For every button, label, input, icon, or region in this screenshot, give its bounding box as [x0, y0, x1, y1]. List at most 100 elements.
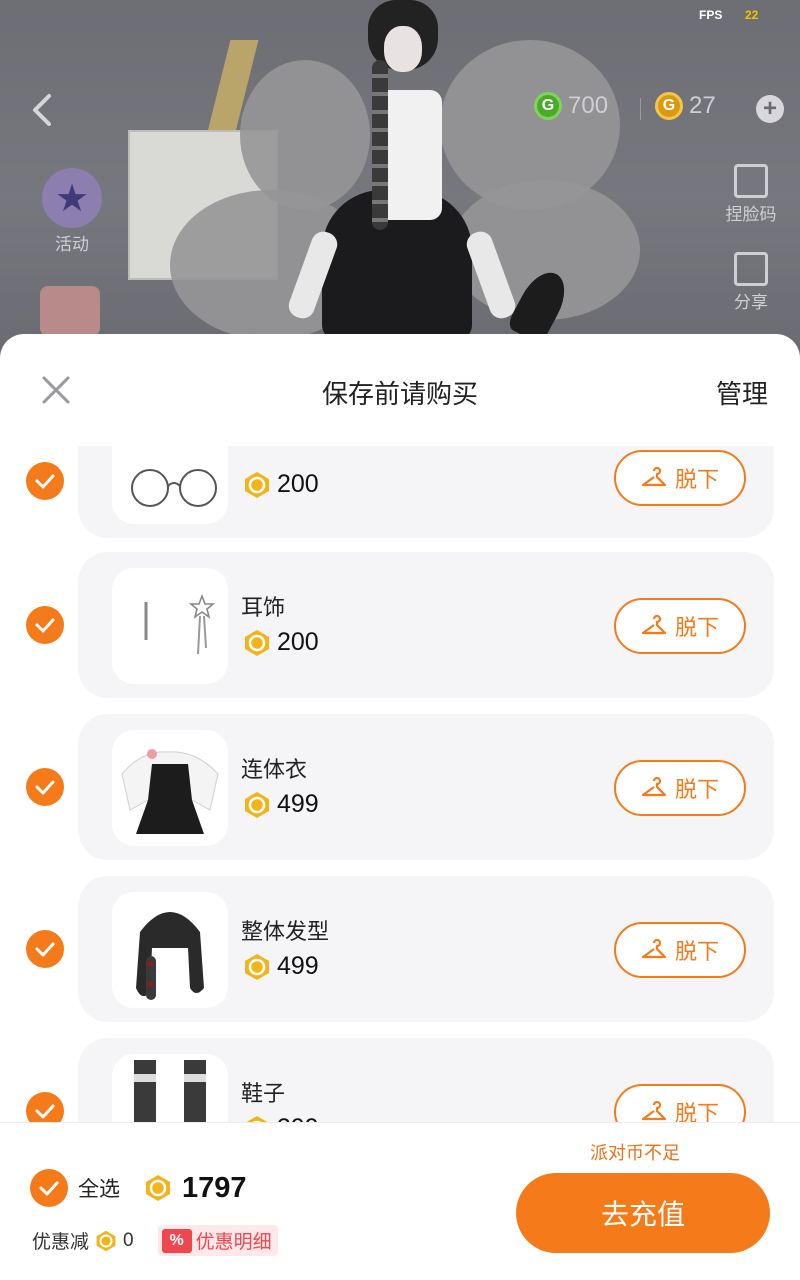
discount-label: 优惠减	[32, 1231, 90, 1253]
item-price: 399	[243, 1114, 319, 1122]
item-name: 连体衣	[241, 758, 308, 783]
face-code-label: 捏脸码	[725, 205, 777, 225]
earring-thumbnail	[112, 568, 228, 684]
coin-icon	[245, 1115, 269, 1122]
hairstyle-thumbnail	[112, 892, 228, 1008]
item-price: 200	[243, 470, 319, 499]
star-icon: ★	[42, 168, 102, 228]
list-item: 连体衣 499 脱下	[0, 714, 800, 864]
take-off-label: 脱下	[674, 778, 719, 803]
share-button[interactable]: 分享	[718, 252, 784, 313]
fps-value: 22	[745, 8, 759, 22]
item-price: 499	[243, 952, 319, 981]
activity-label: 活动	[55, 235, 89, 255]
hair-icon	[136, 912, 204, 1000]
boots-icon	[134, 1060, 206, 1122]
coin-icon	[96, 1230, 116, 1251]
recharge-button[interactable]: 去充值	[516, 1173, 770, 1253]
item-checkbox[interactable]	[26, 606, 64, 644]
game-scene-background	[0, 0, 800, 360]
item-price-value: 399	[277, 1114, 319, 1122]
cloud-decoration	[240, 60, 370, 210]
glasses-thumbnail	[112, 446, 228, 524]
sheet-header: 保存前请购买 管理	[0, 334, 800, 446]
green-balance: 700	[568, 92, 609, 119]
total-value: 1797	[182, 1171, 247, 1204]
hanger-icon	[641, 615, 667, 635]
g-coin-icon: G	[534, 92, 562, 120]
list-item: 面饰 200 脱下	[0, 446, 800, 542]
item-name: 鞋子	[241, 1082, 286, 1107]
check-icon	[35, 618, 55, 633]
hanger-icon	[641, 939, 667, 959]
coin-icon	[245, 953, 269, 980]
check-icon	[39, 1181, 59, 1196]
take-off-button[interactable]: 脱下	[614, 598, 746, 654]
item-checkbox[interactable]	[26, 1092, 64, 1122]
earring-icon	[144, 593, 216, 655]
plus-icon: +	[762, 95, 777, 122]
select-all-label: 全选	[78, 1177, 120, 1201]
add-currency-button[interactable]: +	[756, 95, 784, 123]
coin-icon	[245, 629, 269, 656]
select-all-row: 全选 1797	[30, 1169, 247, 1207]
hanger-icon	[641, 467, 667, 487]
purchase-sheet: 保存前请购买 管理 面饰 200 脱下	[0, 334, 800, 1280]
gold-balance: 27	[689, 92, 716, 119]
item-price-value: 499	[277, 790, 319, 818]
checkout-footer: 派对币不足 全选 1797 优惠减 0 % 优惠明细 去充值	[0, 1122, 800, 1280]
sheet-title: 保存前请购买	[321, 380, 478, 410]
gold-currency: G 27	[655, 92, 716, 120]
check-icon	[35, 780, 55, 795]
back-button[interactable]	[22, 88, 62, 132]
discount-value: 0	[123, 1229, 134, 1251]
face-code-button[interactable]: 捏脸码	[718, 164, 784, 225]
take-off-label: 脱下	[674, 616, 719, 641]
item-price-value: 200	[277, 628, 319, 656]
check-icon	[35, 942, 55, 957]
chevron-left-icon	[33, 94, 51, 126]
check-icon	[35, 1104, 55, 1119]
activity-button[interactable]: ★ 活动	[36, 168, 108, 255]
item-name: 耳饰	[241, 596, 286, 621]
hanger-icon	[641, 777, 667, 797]
list-item: 鞋子 399 脱下	[0, 1038, 800, 1122]
hanger-icon	[641, 1101, 667, 1121]
item-checkbox[interactable]	[26, 930, 64, 968]
share-label: 分享	[734, 293, 768, 313]
green-currency: G 700	[534, 92, 608, 120]
take-off-button[interactable]: 脱下	[614, 450, 746, 506]
manage-button[interactable]: 管理	[716, 374, 768, 411]
list-item: 整体发型 499 脱下	[0, 876, 800, 1026]
item-checkbox[interactable]	[26, 768, 64, 806]
glasses-icon	[131, 469, 217, 507]
share-icon	[734, 252, 768, 286]
take-off-label: 脱下	[674, 1102, 719, 1122]
take-off-label: 脱下	[674, 468, 719, 493]
item-checkbox[interactable]	[26, 462, 64, 500]
discount-row: 优惠减 0 % 优惠明细	[32, 1225, 278, 1256]
item-list[interactable]: 面饰 200 脱下	[0, 446, 800, 1122]
jumpsuit-thumbnail	[112, 730, 228, 846]
insufficient-funds-notice: 派对币不足	[590, 1143, 680, 1164]
face-code-icon	[734, 164, 768, 198]
fps-label: FPS	[699, 8, 723, 22]
coin-icon	[146, 1175, 170, 1201]
item-price-value: 499	[277, 952, 319, 980]
take-off-button[interactable]: 脱下	[614, 760, 746, 816]
coin-icon	[245, 791, 269, 818]
take-off-label: 脱下	[674, 940, 719, 965]
discount-detail-label: 优惠明细	[195, 1231, 272, 1253]
coin-icon	[245, 471, 269, 498]
take-off-button[interactable]: 脱下	[614, 922, 746, 978]
character-braid	[372, 60, 388, 230]
take-off-button[interactable]: 脱下	[614, 1084, 746, 1122]
gift-icon[interactable]	[40, 286, 100, 336]
item-price: 499	[243, 790, 319, 819]
item-name: 整体发型	[241, 920, 330, 945]
percent-icon: %	[161, 1228, 192, 1253]
select-all-checkbox[interactable]	[30, 1169, 68, 1207]
shoes-thumbnail	[112, 1054, 228, 1122]
discount-detail-button[interactable]: % 优惠明细	[157, 1225, 278, 1256]
check-icon	[35, 474, 55, 489]
